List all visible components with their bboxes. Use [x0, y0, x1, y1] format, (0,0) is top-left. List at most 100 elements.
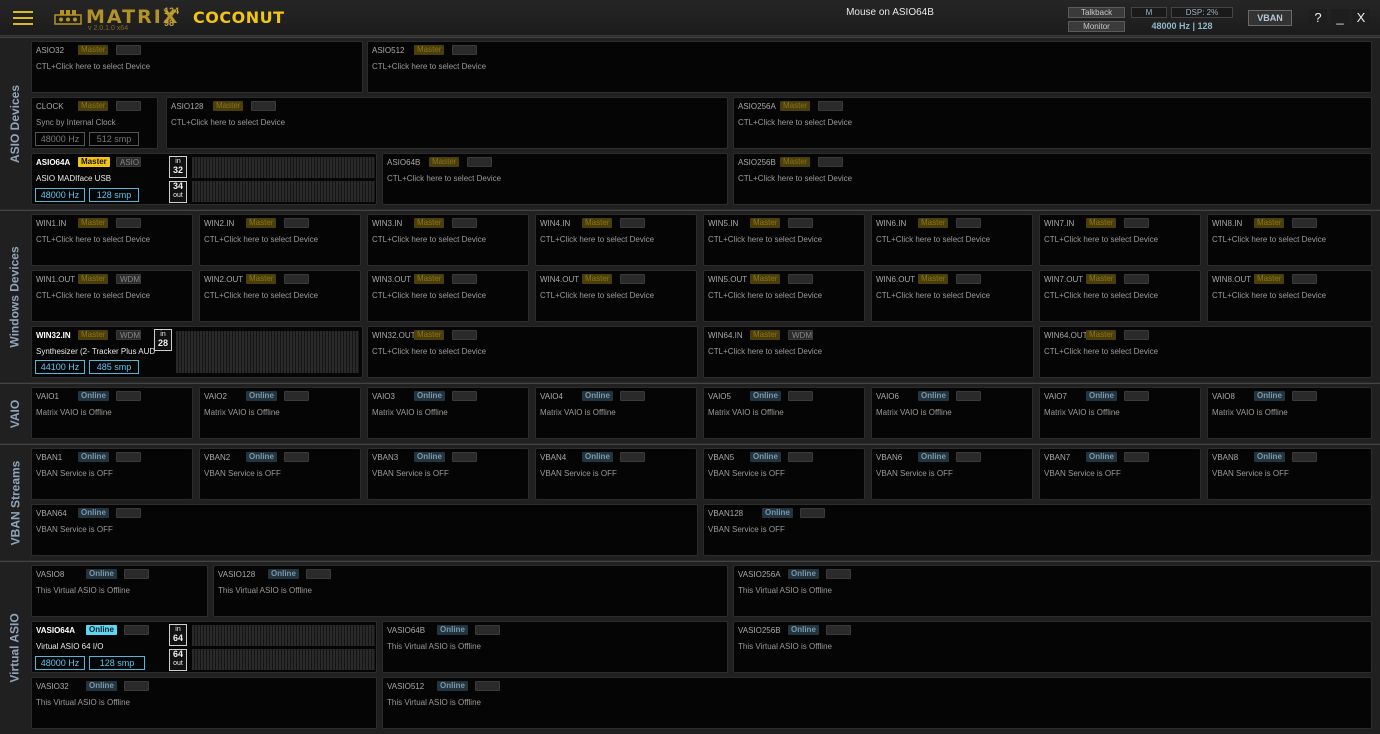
buffer-size-box[interactable]: 512 smp [89, 132, 139, 146]
device-card-win8-out[interactable]: WIN8.OUT Master CTL+Click here to select D… [1207, 270, 1372, 322]
device-card-vban1[interactable]: VBAN1 Online VBAN Service is OFF [31, 448, 193, 500]
master-badge[interactable]: Master [1254, 218, 1285, 228]
online-badge[interactable]: Online [918, 391, 949, 401]
device-card-vasio32[interactable]: VASIO32 Online This Virtual ASIO is Offlin… [31, 677, 377, 729]
device-card-asio64b[interactable]: ASIO64B Master CTL+Click here to select … [382, 153, 728, 205]
device-card-win32-in[interactable]: WIN32.IN Master WDM Synthesizer (2- Trac… [31, 326, 363, 378]
online-badge[interactable]: Online [750, 452, 781, 462]
device-card-vaio3[interactable]: VAIO3 Online Matrix VAIO is Offline [367, 387, 529, 439]
master-badge[interactable]: Master [78, 330, 109, 340]
master-badge[interactable]: Master [750, 218, 781, 228]
online-badge[interactable]: Online [78, 391, 109, 401]
device-card-vban5[interactable]: VBAN5 Online VBAN Service is OFF [703, 448, 865, 500]
device-card-vban2[interactable]: VBAN2 Online VBAN Service is OFF [199, 448, 361, 500]
device-card-vban3[interactable]: VBAN3 Online VBAN Service is OFF [367, 448, 529, 500]
online-badge[interactable]: Online [1086, 391, 1117, 401]
device-card-vasio256b[interactable]: VASIO256B Online This Virtual ASIO is Offl… [733, 621, 1372, 673]
device-card-clock[interactable]: CLOCK Master Sync by Internal Clock 4800… [31, 97, 158, 149]
online-badge[interactable]: Online [78, 508, 109, 518]
online-badge[interactable]: Online [246, 452, 277, 462]
master-badge[interactable]: Master [1254, 274, 1285, 284]
m-button[interactable]: M [1131, 7, 1167, 18]
online-badge[interactable]: Online [1254, 391, 1285, 401]
device-card-vban4[interactable]: VBAN4 Online VBAN Service is OFF [535, 448, 697, 500]
master-badge[interactable]: Master [78, 157, 110, 167]
master-badge[interactable]: Master [780, 157, 811, 167]
close-button[interactable]: X [1352, 9, 1370, 27]
online-badge[interactable]: Online [268, 569, 299, 579]
vban-button[interactable]: VBAN [1248, 10, 1292, 26]
device-card-win4-in[interactable]: WIN4.IN Master CTL+Click here to select De… [535, 214, 697, 266]
device-card-win7-out[interactable]: WIN7.OUT Master CTL+Click here to select D… [1039, 270, 1201, 322]
online-badge[interactable]: Online [582, 391, 613, 401]
device-card-vaio8[interactable]: VAIO8 Online Matrix VAIO is Offline [1207, 387, 1372, 439]
master-badge[interactable]: Master [213, 101, 244, 111]
online-badge[interactable]: Online [1086, 452, 1117, 462]
sample-rate-box[interactable]: 48000 Hz [35, 656, 85, 670]
device-card-vaio1[interactable]: VAIO1 Online Matrix VAIO is Offline [31, 387, 193, 439]
talkback-button[interactable]: Talkback [1068, 7, 1125, 18]
device-card-win32-out[interactable]: WIN32.OUT Master CTL+Click here to select … [367, 326, 698, 378]
device-card-win2-out[interactable]: WIN2.OUT Master CTL+Click here to select D… [199, 270, 361, 322]
device-card-vasio512[interactable]: VASIO512 Online This Virtual ASIO is Offli… [382, 677, 1372, 729]
online-badge[interactable]: Online [437, 681, 468, 691]
master-badge[interactable]: Master [918, 274, 949, 284]
master-badge[interactable]: Master [1086, 330, 1117, 340]
master-badge[interactable]: Master [1086, 218, 1117, 228]
device-card-vasio64b[interactable]: VASIO64B Online This Virtual ASIO is Offli… [382, 621, 728, 673]
master-badge[interactable]: Master [78, 274, 109, 284]
online-badge[interactable]: Online [78, 452, 109, 462]
online-badge[interactable]: Online [86, 681, 117, 691]
online-badge[interactable]: Online [788, 569, 819, 579]
device-card-asio512[interactable]: ASIO512 Master CTL+Click here to select … [367, 41, 1372, 93]
master-badge[interactable]: Master [1086, 274, 1117, 284]
device-card-win6-out[interactable]: WIN6.OUT Master CTL+Click here to select D… [871, 270, 1033, 322]
master-badge[interactable]: Master [414, 218, 445, 228]
device-card-win8-in[interactable]: WIN8.IN Master CTL+Click here to select De… [1207, 214, 1372, 266]
master-badge[interactable]: Master [78, 45, 109, 55]
online-badge[interactable]: Online [582, 452, 613, 462]
master-badge[interactable]: Master [918, 218, 949, 228]
master-badge[interactable]: Master [750, 330, 781, 340]
sample-rate-box[interactable]: 48000 Hz [35, 188, 85, 202]
device-card-asio256a[interactable]: ASIO256A Master CTL+Click here to select… [733, 97, 1372, 149]
device-card-asio64a[interactable]: ASIO64A Master ASIO ASIO MADIface USB 48… [31, 153, 377, 205]
buffer-size-box[interactable]: 128 smp [89, 188, 139, 202]
online-badge[interactable]: Online [246, 391, 277, 401]
device-card-win64-out[interactable]: WIN64.OUT Master CTL+Click here to select … [1039, 326, 1372, 378]
device-card-vaio6[interactable]: VAIO6 Online Matrix VAIO is Offline [871, 387, 1033, 439]
online-badge[interactable]: Online [86, 569, 117, 579]
device-card-asio32[interactable]: ASIO32 Master CTL+Click here to select D… [31, 41, 363, 93]
device-card-win5-out[interactable]: WIN5.OUT Master CTL+Click here to select D… [703, 270, 865, 322]
device-card-vaio2[interactable]: VAIO2 Online Matrix VAIO is Offline [199, 387, 361, 439]
device-card-vban8[interactable]: VBAN8 Online VBAN Service is OFF [1207, 448, 1372, 500]
sample-rate-box[interactable]: 48000 Hz [35, 132, 85, 146]
master-badge[interactable]: Master [246, 274, 277, 284]
device-card-win64-in[interactable]: WIN64.IN Master WDM CTL+Click here to selec… [703, 326, 1034, 378]
master-badge[interactable]: Master [414, 45, 445, 55]
master-badge[interactable]: Master [414, 274, 445, 284]
menu-icon[interactable] [13, 11, 33, 25]
device-card-vaio7[interactable]: VAIO7 Online Matrix VAIO is Offline [1039, 387, 1201, 439]
buffer-size-box[interactable]: 128 smp [89, 656, 145, 670]
online-badge[interactable]: Online [414, 391, 445, 401]
device-card-vban128[interactable]: VBAN128 Online VBAN Service is OFF [703, 504, 1372, 556]
master-badge[interactable]: Master [750, 274, 781, 284]
device-card-win5-in[interactable]: WIN5.IN Master CTL+Click here to select De… [703, 214, 865, 266]
online-badge[interactable]: Online [918, 452, 949, 462]
online-badge[interactable]: Online [414, 452, 445, 462]
master-badge[interactable]: Master [780, 101, 811, 111]
online-badge[interactable]: Online [1254, 452, 1285, 462]
master-badge[interactable]: Master [414, 330, 445, 340]
device-card-vaio4[interactable]: VAIO4 Online Matrix VAIO is Offline [535, 387, 697, 439]
device-card-vasio8[interactable]: VASIO8 Online This Virtual ASIO is Offline [31, 565, 208, 617]
device-card-asio256b[interactable]: ASIO256B Master CTL+Click here to select… [733, 153, 1372, 205]
master-badge[interactable]: Master [78, 101, 109, 111]
online-badge[interactable]: Online [437, 625, 468, 635]
device-card-vban6[interactable]: VBAN6 Online VBAN Service is OFF [871, 448, 1033, 500]
device-card-win1-in[interactable]: WIN1.IN Master CTL+Click here to select De… [31, 214, 193, 266]
help-button[interactable]: ? [1309, 9, 1327, 27]
device-card-vasio256a[interactable]: VASIO256A Online This Virtual ASIO is Offl… [733, 565, 1372, 617]
master-badge[interactable]: Master [78, 218, 109, 228]
online-badge[interactable]: Online [86, 625, 117, 635]
